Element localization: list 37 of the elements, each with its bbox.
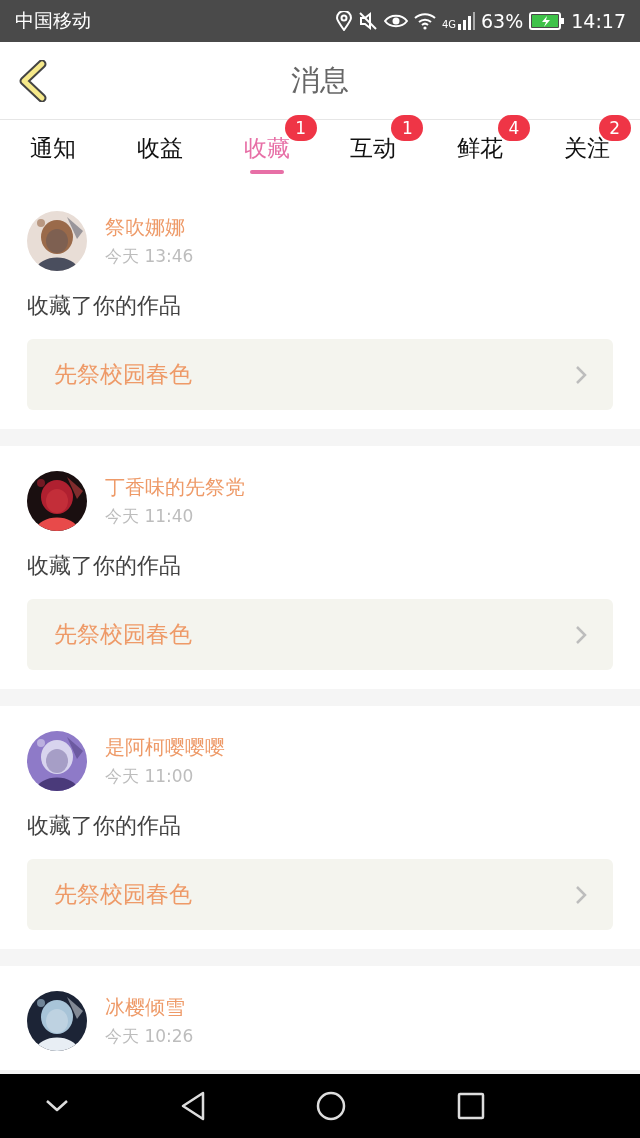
message-time: 今天 10:26 bbox=[105, 1025, 194, 1048]
page-title: 消息 bbox=[291, 61, 349, 99]
user-name[interactable]: 丁香味的先祭党 bbox=[105, 474, 245, 501]
count-badge: 1 bbox=[391, 115, 424, 141]
chevron-right-icon bbox=[575, 624, 587, 645]
user-name[interactable]: 祭吹娜娜 bbox=[105, 214, 194, 241]
tab[interactable]: 收益 bbox=[137, 132, 183, 164]
message-time: 今天 13:46 bbox=[105, 245, 194, 268]
location-icon bbox=[335, 11, 352, 31]
work-link[interactable]: 先祭校园春色 bbox=[27, 599, 613, 670]
message-text: 收藏了你的作品 bbox=[27, 292, 182, 320]
tab[interactable]: 通知 bbox=[30, 132, 77, 164]
wifi-icon bbox=[413, 12, 436, 30]
user-name[interactable]: 冰樱倾雪 bbox=[105, 994, 194, 1021]
message-text: 收藏了你的作品 bbox=[27, 552, 182, 580]
carrier-name: 中国移动 bbox=[15, 8, 91, 33]
work-link[interactable]: 先祭校园春色 bbox=[27, 859, 613, 930]
user-name[interactable]: 是阿柯嘤嘤嘤 bbox=[105, 734, 225, 761]
eye-icon bbox=[383, 12, 408, 30]
battery-percent: 63% bbox=[481, 10, 524, 32]
battery-icon bbox=[529, 12, 566, 30]
message-text: 收藏了你的作品 bbox=[27, 812, 182, 840]
muted-speaker-icon bbox=[357, 11, 378, 31]
network-type: 4G bbox=[441, 19, 456, 30]
chevron-right-icon bbox=[575, 884, 587, 905]
message-time: 今天 11:40 bbox=[105, 505, 195, 528]
chevron-down-icon[interactable] bbox=[45, 1099, 70, 1113]
recents-square-icon[interactable] bbox=[456, 1092, 485, 1120]
clock-time: 14:17 bbox=[571, 10, 626, 32]
back-triangle-icon[interactable] bbox=[179, 1091, 206, 1121]
signal-icon bbox=[457, 12, 475, 30]
message-time: 今天 11:00 bbox=[105, 765, 195, 788]
home-circle-icon[interactable] bbox=[316, 1091, 347, 1121]
work-link[interactable]: 先祭校园春色 bbox=[27, 339, 613, 410]
chevron-right-icon bbox=[575, 364, 587, 385]
back-icon[interactable] bbox=[18, 60, 48, 102]
tab-underline bbox=[249, 170, 284, 174]
